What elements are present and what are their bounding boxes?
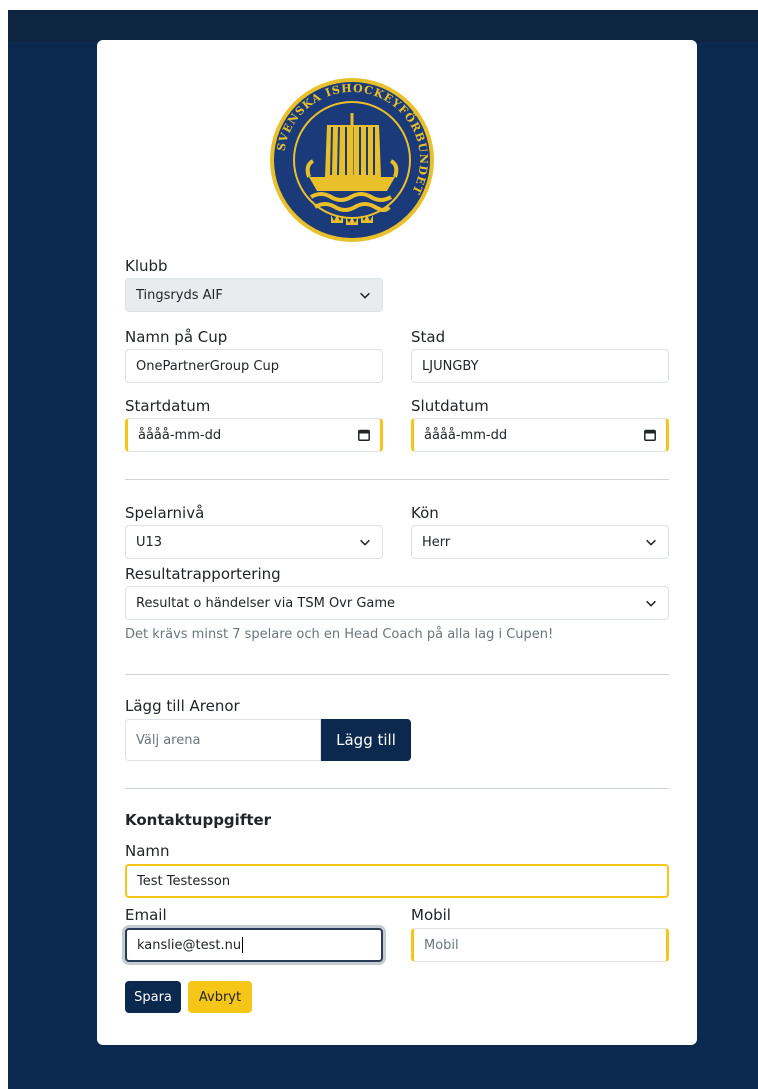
reporting-value: Resultat o händelser via TSM Ovr Game xyxy=(136,595,396,611)
section-divider xyxy=(125,479,669,480)
start-date-placeholder: åååå-mm-dd xyxy=(138,427,222,443)
start-date-label: Startdatum xyxy=(125,397,211,415)
klubb-value: Tingsryds AIF xyxy=(136,287,223,303)
contact-name-input[interactable]: Test Testesson xyxy=(125,864,669,898)
reporting-select[interactable]: Resultat o händelser via TSM Ovr Game xyxy=(125,586,669,620)
chevron-down-icon xyxy=(646,539,656,546)
contact-heading: Kontaktuppgifter xyxy=(125,811,272,829)
player-level-label: Spelarnivå xyxy=(125,504,205,522)
section-divider xyxy=(125,788,669,789)
text-caret xyxy=(242,937,244,953)
form-card: SVENSKA ISHOCKEYFÖRBUNDET Klubb Tingsryd… xyxy=(97,40,697,1045)
mobile-placeholder: Mobil xyxy=(424,937,459,953)
chevron-down-icon xyxy=(646,600,656,607)
reporting-label: Resultatrapportering xyxy=(125,565,281,583)
chevron-down-icon xyxy=(360,292,370,299)
city-label: Stad xyxy=(411,328,446,346)
gender-value: Herr xyxy=(422,534,451,550)
mobile-input[interactable]: Mobil xyxy=(411,928,669,962)
chevron-down-icon xyxy=(360,539,370,546)
save-button[interactable]: Spara xyxy=(125,981,181,1013)
player-level-value: U13 xyxy=(136,534,163,550)
email-value: kanslie@test.nu xyxy=(137,937,242,953)
email-input[interactable]: kanslie@test.nu xyxy=(125,928,383,962)
arena-placeholder: Välj arena xyxy=(136,732,201,748)
end-date-input[interactable]: åååå-mm-dd xyxy=(411,418,669,452)
city-input[interactable]: LJUNGBY xyxy=(411,349,669,383)
klubb-label: Klubb xyxy=(125,257,168,275)
arenas-label: Lägg till Arenor xyxy=(125,697,240,715)
email-label: Email xyxy=(125,906,167,924)
add-arena-button[interactable]: Lägg till xyxy=(321,719,411,761)
player-level-select[interactable]: U13 xyxy=(125,525,383,559)
top-band xyxy=(8,10,758,42)
klubb-select[interactable]: Tingsryds AIF xyxy=(125,278,383,312)
cancel-button[interactable]: Avbryt xyxy=(188,981,252,1013)
end-date-label: Slutdatum xyxy=(411,397,489,415)
federation-logo: SVENSKA ISHOCKEYFÖRBUNDET xyxy=(270,78,434,242)
requirement-note: Det krävs minst 7 spelare och en Head Co… xyxy=(125,627,554,642)
cup-name-value: OnePartnerGroup Cup xyxy=(136,358,279,374)
arena-input[interactable]: Välj arena xyxy=(125,719,321,761)
end-date-placeholder: åååå-mm-dd xyxy=(424,427,508,443)
contact-name-value: Test Testesson xyxy=(137,873,231,889)
gender-label: Kön xyxy=(411,504,439,522)
contact-name-label: Namn xyxy=(125,842,170,860)
section-divider xyxy=(125,674,669,675)
cup-name-input[interactable]: OnePartnerGroup Cup xyxy=(125,349,383,383)
city-value: LJUNGBY xyxy=(422,358,479,374)
start-date-input[interactable]: åååå-mm-dd xyxy=(125,418,383,452)
calendar-icon[interactable] xyxy=(358,429,370,441)
gender-select[interactable]: Herr xyxy=(411,525,669,559)
mobile-label: Mobil xyxy=(411,906,451,924)
calendar-icon[interactable] xyxy=(644,429,656,441)
cup-name-label: Namn på Cup xyxy=(125,328,228,346)
